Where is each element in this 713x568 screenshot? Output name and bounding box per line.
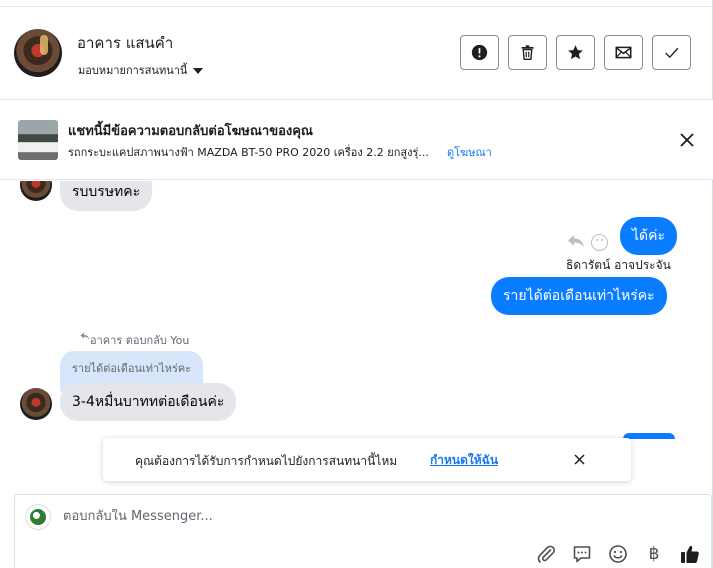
payment-button[interactable]: ฿ [643,543,665,565]
composer-tools: ฿ [535,543,701,565]
like-button[interactable] [679,543,701,565]
conversation-header: อาคาร แสนคำ มอบหมายการสนทนานี้ [0,7,713,100]
outgoing-message-bubble[interactable]: ได้ค่ะ [620,217,678,255]
assign-label: มอบหมายการสนทนานี้ [78,64,188,77]
outgoing-message-bubble-partial [623,433,675,439]
reply-meta: อาคาร ตอบกลับ You [90,334,190,347]
header-actions [460,35,691,70]
page-avatar [25,504,51,530]
close-icon [573,453,585,465]
star-icon [568,45,583,60]
incoming-message-bubble[interactable]: รบบรษทคะ [60,181,153,211]
comment-icon [573,546,591,563]
ad-thumbnail[interactable] [18,120,58,160]
reminder-text: คุณต้องการได้รับการกำหนดไปยังการสนทนานี้… [135,454,398,468]
message-composer: ฿ [14,494,712,568]
react-emoji-icon[interactable] [591,234,608,251]
thumbs-up-icon [681,545,699,563]
assign-to-me-link[interactable]: กำหนดให้ฉัน [430,451,498,470]
reply-input[interactable] [63,509,663,524]
dismiss-toast-button[interactable] [571,451,587,467]
incoming-message-bubble[interactable]: 3-4หมื่นบาททต่อเดือนค่ะ [60,383,237,421]
mark-done-button[interactable] [652,35,691,70]
caret-down-icon [193,67,204,74]
ad-banner-title: แชทนี้มีข้อความตอบกลับต่อโฆษณาของคุณ [68,124,313,139]
mark-spam-button[interactable] [460,35,499,70]
ad-description: รถกระบะแคปสภาพนางฟ้า MAZDA BT-50 PRO 202… [68,146,429,159]
emoji-icon [609,545,627,563]
star-button[interactable] [556,35,595,70]
outgoing-message-bubble[interactable]: รายได้ต่อเดือนเท่าไหร่คะ [491,277,667,315]
close-banner-button[interactable] [676,129,698,151]
assign-dropdown[interactable]: มอบหมายการสนทนานี้ [78,61,204,79]
trash-icon [521,45,534,60]
emoji-button[interactable] [607,543,629,565]
attach-button[interactable] [535,543,557,565]
delete-button[interactable] [508,35,547,70]
reply-arrow-icon [80,332,90,340]
contact-name[interactable]: อาคาร แสนคำ [77,31,173,55]
contact-avatar-small [20,181,52,201]
baht-icon: ฿ [648,544,660,564]
reply-icon[interactable] [567,234,585,248]
contact-avatar-small [20,388,52,420]
envelope-icon [615,46,632,59]
paperclip-icon [537,545,555,563]
assign-reminder-toast: คุณต้องการได้รับการกำหนดไปยังการสนทนานี้… [103,438,631,481]
ad-reply-banner: แชทนี้มีข้อความตอบกลับต่อโฆษณาของคุณ รถก… [0,100,713,180]
view-ad-link[interactable]: ดูโฆษณา [447,143,492,161]
alert-icon [471,44,488,61]
saved-replies-button[interactable] [571,543,593,565]
mark-unread-button[interactable] [604,35,643,70]
page-logo [30,509,46,525]
sender-name: ธิดารัตน์ อาจประจัน [566,258,671,272]
contact-avatar[interactable] [14,29,62,77]
check-icon [665,47,679,59]
close-icon [680,133,694,147]
